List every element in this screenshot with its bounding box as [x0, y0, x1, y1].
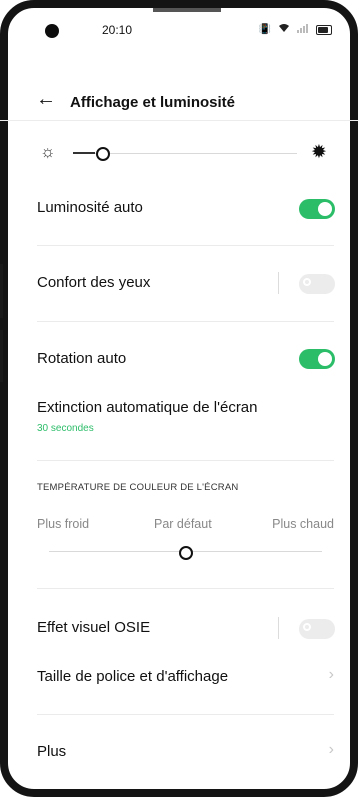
status-icons: 📳 — [259, 23, 332, 36]
confort-yeux-toggle[interactable] — [299, 274, 335, 294]
vertical-separator — [278, 272, 279, 294]
status-bar: 20:10 📳 — [8, 8, 350, 46]
front-camera — [45, 24, 59, 38]
divider — [37, 321, 334, 322]
sun-small-icon: ☼ — [40, 142, 56, 161]
temperature-warm-label: Plus chaud — [272, 517, 334, 531]
temperature-labels: Plus froid Par défaut Plus chaud — [37, 517, 334, 533]
luminosite-auto-label: Luminosité auto — [37, 199, 143, 216]
luminosite-auto-toggle[interactable] — [299, 199, 335, 219]
taille-police-label[interactable]: Taille de police et d'affichage — [37, 668, 228, 685]
header-divider — [0, 120, 358, 121]
power-button — [0, 330, 3, 382]
effet-osie-label: Effet visuel OSIE — [37, 619, 151, 636]
temperature-knob[interactable] — [179, 546, 193, 560]
brightness-track-fill — [73, 152, 95, 154]
brightness-slider[interactable]: ☼ ✹ — [0, 140, 358, 166]
volume-button — [0, 264, 3, 318]
effet-osie-toggle[interactable] — [299, 619, 335, 639]
chevron-right-icon[interactable]: › — [329, 741, 334, 759]
wifi-icon — [278, 23, 290, 36]
divider — [37, 588, 334, 589]
divider — [37, 714, 334, 715]
brightness-knob[interactable] — [96, 147, 110, 161]
header: ← Affichage et luminosité — [8, 86, 350, 122]
vertical-separator — [278, 617, 279, 639]
divider — [37, 460, 334, 461]
back-arrow-icon[interactable]: ← — [36, 88, 56, 111]
temperature-section-title: TEMPÉRATURE DE COULEUR DE L'ÉCRAN — [37, 482, 239, 493]
battery-icon — [316, 24, 332, 35]
divider — [37, 245, 334, 246]
extinction-value: 30 secondes — [37, 423, 94, 434]
temperature-cold-label: Plus froid — [37, 517, 90, 531]
vibrate-icon: 📳 — [258, 23, 271, 35]
sun-large-icon: ✹ — [311, 142, 327, 163]
status-time: 20:10 — [102, 23, 133, 37]
signal-icon — [297, 23, 309, 36]
rotation-auto-label: Rotation auto — [37, 350, 127, 367]
plus-label[interactable]: Plus — [37, 743, 66, 760]
page-title: Affichage et luminosité — [70, 94, 236, 111]
chevron-right-icon[interactable]: › — [329, 666, 334, 684]
rotation-auto-toggle[interactable] — [299, 349, 335, 369]
confort-yeux-label: Confort des yeux — [37, 274, 151, 291]
extinction-label[interactable]: Extinction automatique de l'écran — [37, 399, 258, 416]
temperature-default-label: Par défaut — [154, 517, 212, 531]
